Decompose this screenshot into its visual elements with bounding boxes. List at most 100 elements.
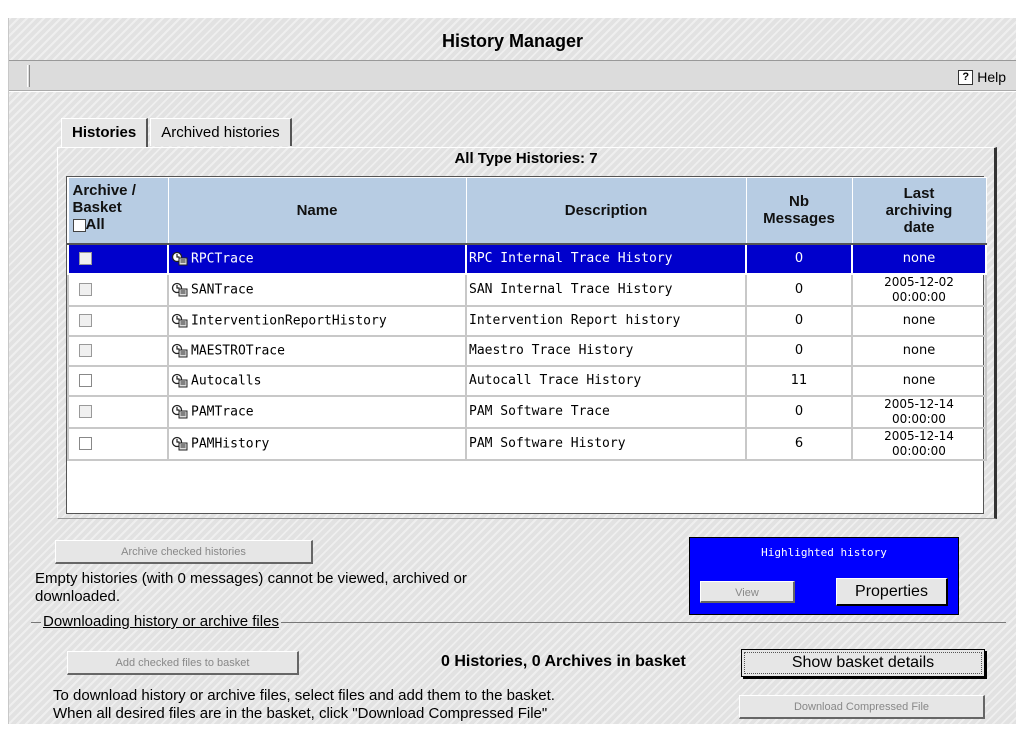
name-cell: MAESTROTrace [167, 334, 467, 367]
toolbar: ? Help [9, 60, 1016, 92]
history-manager-window: History Manager ? Help Histories Archive… [8, 18, 1016, 724]
date-line1: 2005-12-02 [884, 274, 954, 289]
archive-checkbox[interactable] [79, 283, 92, 296]
date-line2: 00:00:00 [892, 411, 946, 426]
archive-checkbox[interactable] [79, 344, 92, 357]
name-cell: InterventionReportHistory [167, 304, 467, 337]
date-line1: none [902, 313, 936, 328]
history-icon [171, 313, 188, 327]
name-cell: Autocalls [167, 364, 467, 397]
nb-header-line2: Messages [763, 210, 835, 228]
archive-checkbox-cell [67, 426, 169, 461]
history-nb-messages: 0 [745, 272, 853, 307]
download-note-line2: When all desired files are in the basket… [53, 705, 548, 722]
archive-checkbox[interactable] [79, 252, 92, 265]
column-header-last-archiving-date[interactable]: Last archiving date [851, 177, 987, 245]
name-cell: PAMHistory [167, 426, 467, 461]
archive-checkbox-cell [67, 394, 169, 429]
highlighted-history-panel: Highlighted history View Properties [689, 537, 959, 615]
history-nb-messages: 11 [745, 364, 853, 397]
history-icon [171, 436, 188, 450]
history-last-archiving-date: 2005-12-14 00:00:00 [851, 426, 987, 461]
archive-checkbox-cell [67, 272, 169, 307]
history-last-archiving-date: none [851, 364, 987, 397]
archive-checkbox[interactable] [79, 405, 92, 418]
archive-header-line1: Archive / [72, 182, 136, 199]
download-note-line1: To download history or archive files, se… [53, 687, 555, 704]
table-row[interactable]: PAMHistory PAM Software History 6 2005-1… [67, 426, 987, 461]
archive-checkbox[interactable] [79, 437, 92, 450]
empty-note-line2: downloaded. [35, 588, 121, 605]
archive-header-line2: Basket [72, 199, 122, 216]
date-line1: none [902, 373, 936, 388]
history-name: RPCTrace [191, 251, 254, 266]
history-nb-messages: 0 [745, 334, 853, 367]
history-description: RPC Internal Trace History [465, 242, 747, 275]
tab-archived-histories[interactable]: Archived histories [150, 118, 292, 146]
history-icon [171, 251, 188, 265]
history-icon [171, 404, 188, 418]
column-header-nb-messages[interactable]: Nb Messages [745, 177, 853, 245]
history-name: MAESTROTrace [191, 343, 285, 358]
history-nb-messages: 0 [745, 304, 853, 337]
table-row[interactable]: PAMTrace PAM Software Trace 0 2005-12-14… [67, 394, 987, 429]
select-all-checkbox[interactable] [72, 218, 86, 232]
history-name: PAMHistory [191, 436, 270, 451]
tab-histories[interactable]: Histories [61, 118, 149, 148]
show-basket-details-button[interactable]: Show basket details [741, 649, 985, 677]
column-header-archive-basket: Archive / Basket All [67, 177, 169, 245]
help-icon: ? [958, 69, 974, 85]
archive-checkbox-cell [67, 304, 169, 337]
download-compressed-file-button[interactable]: Download Compressed File [739, 695, 985, 719]
archive-checkbox-cell [67, 334, 169, 367]
history-last-archiving-date: none [851, 304, 987, 337]
empty-histories-note: Empty histories (with 0 messages) cannot… [35, 570, 635, 606]
toolbar-grip[interactable] [27, 65, 30, 87]
main-content: Histories Archived histories All Type Hi… [27, 108, 1006, 724]
history-description: PAM Software History [465, 426, 747, 461]
name-cell: RPCTrace [167, 242, 467, 275]
tab-bar: Histories Archived histories [61, 118, 294, 148]
date-line2: 00:00:00 [892, 289, 946, 304]
column-header-name[interactable]: Name [167, 177, 467, 245]
history-icon [171, 343, 188, 357]
table-row[interactable]: Autocalls Autocall Trace History 11 none [67, 364, 987, 397]
archive-checkbox[interactable] [79, 314, 92, 327]
history-name: InterventionReportHistory [191, 313, 387, 328]
download-instructions: To download history or archive files, se… [53, 687, 733, 723]
archive-checked-histories-button[interactable]: Archive checked histories [55, 540, 313, 564]
histories-table-body: RPCTrace RPC Internal Trace History 0 no… [67, 242, 987, 461]
histories-panel: All Type Histories: 7 Archive / Basket A… [57, 147, 997, 519]
history-last-archiving-date: none [851, 334, 987, 367]
table-row[interactable]: SANTrace SAN Internal Trace History 0 20… [67, 272, 987, 307]
history-description: Autocall Trace History [465, 364, 747, 397]
help-button[interactable]: ? Help [958, 67, 1006, 87]
history-description: PAM Software Trace [465, 394, 747, 429]
archive-checkbox[interactable] [79, 374, 92, 387]
add-to-basket-button[interactable]: Add checked files to basket [67, 651, 299, 675]
table-header-row: Archive / Basket All Name Description Nb… [67, 177, 987, 245]
history-name: PAMTrace [191, 404, 254, 419]
properties-button[interactable]: Properties [836, 578, 948, 606]
view-button[interactable]: View [700, 581, 795, 603]
history-last-archiving-date: 2005-12-14 00:00:00 [851, 394, 987, 429]
history-nb-messages: 6 [745, 426, 853, 461]
nb-header-line1: Nb [789, 193, 809, 211]
basket-count: 0 Histories, 0 Archives in basket [441, 653, 686, 670]
column-header-description[interactable]: Description [465, 177, 747, 245]
date-line2: 00:00:00 [892, 443, 946, 458]
archive-checkbox-cell [67, 364, 169, 397]
table-row[interactable]: InterventionReportHistory Intervention R… [67, 304, 987, 337]
name-cell: SANTrace [167, 272, 467, 307]
highlighted-history-title: Highlighted history [761, 546, 887, 559]
archive-checkbox-cell [67, 242, 169, 275]
name-cell: PAMTrace [167, 394, 467, 429]
table-row[interactable]: RPCTrace RPC Internal Trace History 0 no… [67, 242, 987, 275]
download-section-legend: Downloading history or archive files [41, 613, 281, 630]
history-icon [171, 282, 188, 296]
select-all-control[interactable]: All [72, 216, 166, 233]
history-name: Autocalls [191, 373, 262, 388]
histories-table: Archive / Basket All Name Description Nb… [67, 177, 987, 461]
table-row[interactable]: MAESTROTrace Maestro Trace History 0 non… [67, 334, 987, 367]
last-header-line1: Last [903, 184, 935, 202]
